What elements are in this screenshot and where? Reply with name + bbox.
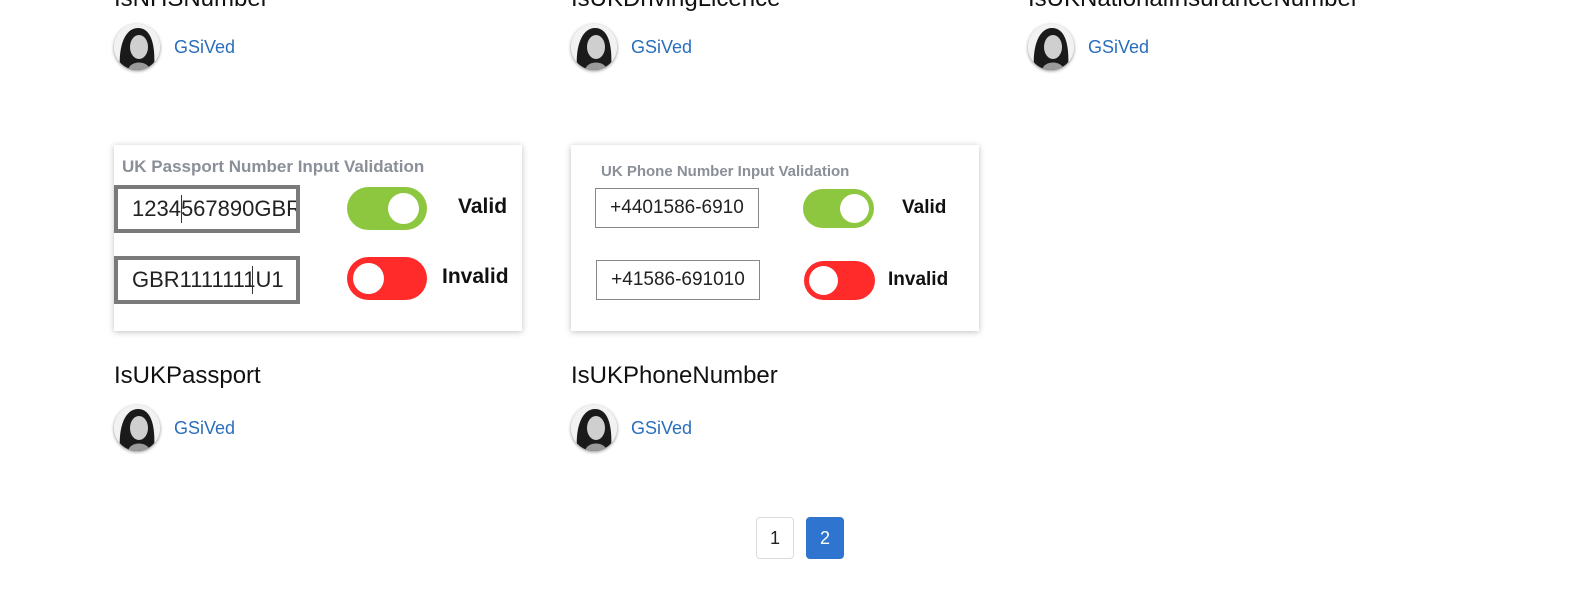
text-caret: [181, 195, 182, 223]
valid-label: Valid: [902, 197, 947, 218]
page-1-button[interactable]: 1: [756, 517, 794, 559]
invalid-toggle: [804, 261, 875, 300]
thumbnail-uk-passport[interactable]: UK Passport Number Input Validation 1234…: [114, 145, 522, 331]
card-title[interactable]: IsUKPhoneNumber: [571, 362, 778, 390]
avatar[interactable]: [571, 405, 617, 451]
pagination: 1 2: [756, 517, 844, 559]
avatar[interactable]: [114, 24, 160, 70]
card-title[interactable]: IsNHSNumber: [114, 0, 269, 13]
thumbnail-uk-phone[interactable]: UK Phone Number Input Validation +440158…: [571, 145, 979, 331]
card-title[interactable]: IsUKNationalInsuranceNumber: [1028, 0, 1359, 13]
invalid-toggle: [347, 257, 427, 300]
phone-invalid-input: +41586-691010: [596, 260, 760, 300]
author-link[interactable]: GSiVed: [631, 37, 692, 58]
valid-toggle: [347, 187, 427, 230]
valid-label: Valid: [458, 195, 508, 218]
author-row: GSiVed: [114, 24, 235, 70]
thumbnail-heading: UK Passport Number Input Validation: [122, 157, 425, 176]
author-row: GSiVed: [571, 405, 692, 451]
author-link[interactable]: GSiVed: [1088, 37, 1149, 58]
avatar[interactable]: [571, 24, 617, 70]
avatar[interactable]: [114, 405, 160, 451]
passport-valid-input: 1234567890GBR: [114, 185, 300, 233]
author-link[interactable]: GSiVed: [631, 418, 692, 439]
author-row: GSiVed: [114, 405, 235, 451]
author-link[interactable]: GSiVed: [174, 418, 235, 439]
thumbnail-heading: UK Phone Number Input Validation: [601, 163, 850, 180]
text-caret: [252, 266, 253, 294]
author-row: GSiVed: [571, 24, 692, 70]
invalid-label: Invalid: [888, 269, 949, 290]
avatar[interactable]: [1028, 24, 1074, 70]
author-row: GSiVed: [1028, 24, 1149, 70]
card-title[interactable]: IsUKPassport: [114, 362, 261, 390]
page-2-button[interactable]: 2: [806, 517, 844, 559]
author-link[interactable]: GSiVed: [174, 37, 235, 58]
invalid-label: Invalid: [442, 265, 509, 288]
valid-toggle: [803, 189, 874, 228]
card-title[interactable]: IsUKDrivingLicence: [571, 0, 780, 13]
phone-valid-input: +4401586-6910: [595, 188, 759, 228]
passport-invalid-input: GBR1111111U1: [114, 256, 300, 304]
